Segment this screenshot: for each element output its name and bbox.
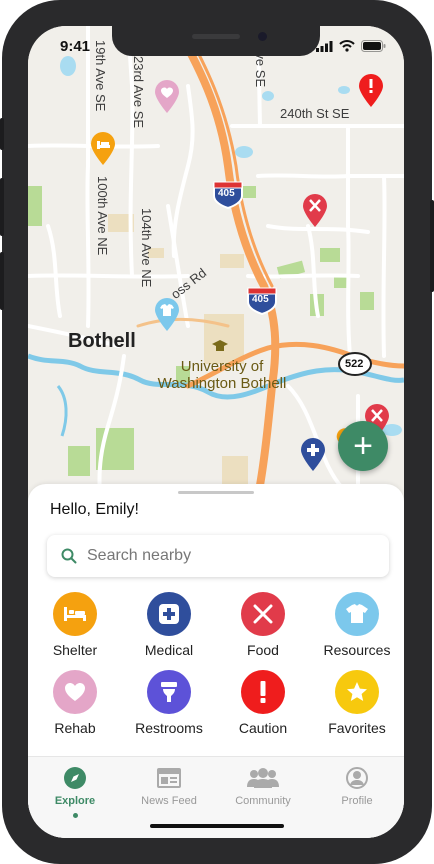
category-grid: Shelter Medical Food Resources Rehab Res…	[28, 592, 404, 736]
compass-icon	[64, 767, 86, 789]
volume-up-button	[0, 178, 4, 236]
map-label-104th-ave: 104th Ave NE	[139, 208, 154, 288]
home-indicator[interactable]	[150, 824, 284, 828]
shield-405-a-number: 405	[218, 188, 235, 199]
university-line-2: Washington Bothell	[157, 375, 287, 392]
explore-sheet: Hello, Emily! Shelter Medical	[28, 484, 404, 838]
status-icons	[316, 40, 386, 52]
map-pin-caution[interactable]	[358, 74, 384, 108]
active-tab-indicator	[72, 813, 78, 818]
category-caution[interactable]: Caution	[216, 670, 310, 736]
speaker-grille	[192, 34, 240, 39]
user-icon	[346, 767, 368, 789]
category-label: Rehab	[54, 720, 96, 736]
category-medical[interactable]: Medical	[122, 592, 216, 658]
camera-notch	[112, 26, 320, 56]
map-pin-food-north[interactable]	[302, 194, 328, 228]
search-icon	[61, 548, 77, 564]
newspaper-icon	[157, 767, 181, 789]
category-label: Caution	[238, 720, 288, 736]
map-pin-resources[interactable]	[154, 298, 180, 332]
greeting-text: Hello, Emily!	[50, 501, 139, 518]
tshirt-icon	[335, 592, 379, 636]
power-button	[430, 200, 434, 292]
map-label-23rd-ave: 23rd Ave SE	[131, 56, 146, 129]
signal-icon	[316, 40, 333, 52]
map-label-university: University of Washington Bothell	[150, 358, 294, 392]
category-shelter[interactable]: Shelter	[28, 592, 122, 658]
battery-icon	[361, 40, 386, 52]
map-label-19th-ave: 19th Ave SE	[93, 40, 108, 112]
camera-lens	[258, 32, 267, 41]
tab-explore[interactable]: Explore	[28, 757, 122, 838]
toilet-icon	[147, 670, 191, 714]
medical-cross-icon	[147, 592, 191, 636]
category-label: Medical	[144, 642, 194, 658]
tab-label: News Feed	[141, 795, 197, 807]
map-pin-medical[interactable]	[300, 438, 326, 472]
category-label: Food	[247, 642, 279, 658]
category-label: Favorites	[328, 720, 386, 736]
tab-profile[interactable]: Profile	[310, 757, 404, 838]
heart-icon	[53, 670, 97, 714]
category-favorites[interactable]: Favorites	[310, 670, 404, 736]
status-time: 9:41	[60, 38, 91, 55]
map-label-240th-st: 240th St SE	[280, 106, 350, 121]
screen: 19th Ave SE 23rd Ave SE Ave SE 240th St …	[28, 26, 404, 838]
tab-label: Community	[235, 795, 291, 807]
star-icon	[335, 670, 379, 714]
category-food[interactable]: Food	[216, 592, 310, 658]
shield-405-b-number: 405	[252, 294, 269, 305]
exclamation-icon	[241, 670, 285, 714]
category-restrooms[interactable]: Restrooms	[122, 670, 216, 736]
people-icon	[247, 767, 279, 789]
volume-down-button	[0, 252, 4, 310]
bed-icon	[53, 592, 97, 636]
search-bar[interactable]	[47, 535, 389, 577]
tab-label: Explore	[54, 795, 96, 807]
map-label-city: Bothell	[68, 330, 136, 352]
tab-label: Profile	[341, 795, 373, 807]
mute-switch	[0, 118, 4, 150]
university-line-1: University of	[180, 358, 264, 375]
map-pin-shelter[interactable]	[90, 132, 116, 166]
map-label-100th-ave: 100th Ave NE	[95, 176, 110, 256]
category-label: Restrooms	[135, 720, 203, 736]
plus-icon: +	[353, 427, 373, 465]
shield-522-number: 522	[345, 358, 364, 370]
category-rehab[interactable]: Rehab	[28, 670, 122, 736]
fork-knife-icon	[241, 592, 285, 636]
category-label: Shelter	[52, 642, 98, 658]
category-label: Resources	[323, 642, 391, 658]
wifi-icon	[339, 40, 355, 52]
add-location-button[interactable]: +	[338, 421, 388, 471]
map-view[interactable]: 19th Ave SE 23rd Ave SE Ave SE 240th St …	[28, 26, 404, 496]
search-input[interactable]	[87, 547, 377, 565]
category-resources[interactable]: Resources	[310, 592, 404, 658]
sheet-grabber[interactable]	[178, 491, 254, 494]
map-pin-rehab[interactable]	[154, 80, 180, 114]
